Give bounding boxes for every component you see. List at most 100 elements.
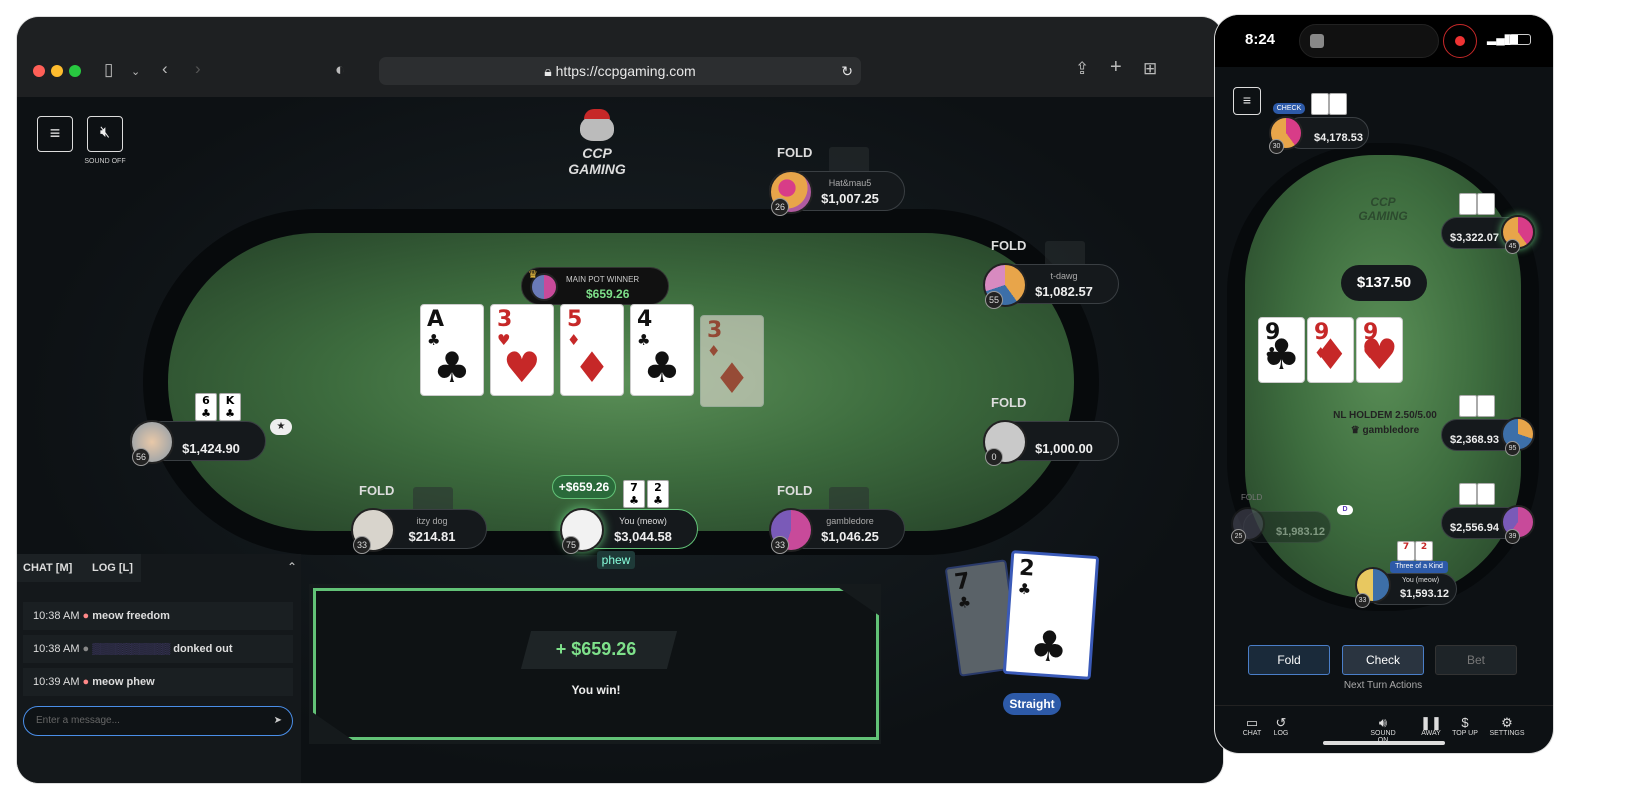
record-icon [1443,24,1477,58]
hole-card: K ♣ [219,393,241,421]
hole-card: 6 ♣ [195,393,217,421]
minimize-window-button[interactable] [51,65,63,77]
address-bar[interactable]: 🔒︎ https://ccpgaming.com ↻ [379,57,861,85]
card-back [1459,395,1477,417]
community-card: 9 ♣ ♣ [1258,317,1305,383]
back-icon[interactable]: ‹ [162,59,168,79]
clock: 8:24 [1245,31,1276,48]
sound-toggle-button[interactable]: 🔇︎ [87,116,123,152]
shield-icon: ◐ [335,60,346,79]
sidebar-icon[interactable]: ▯ [104,60,113,80]
level-badge: 0 [985,448,1003,466]
chat-input[interactable]: Enter a message... ➤ [23,706,293,736]
player-name: You (meow) [619,516,667,526]
new-tab-icon[interactable]: + [1110,57,1122,77]
pot-amount: $137.50 [1341,265,1427,301]
browser-toolbar: ▯ ⌄ ‹ › ◐ 🔒︎ https://ccpgaming.com ↻ ⇪ + … [17,17,1223,97]
main-pot-label: MAIN POT WINNER [566,275,640,284]
fold-label: FOLD [777,145,813,160]
check-button[interactable]: Check [1342,645,1424,675]
menu-button[interactable]: ≡ [37,116,73,152]
player-stack: $3,044.58 [614,529,672,544]
community-card: 3 ♦ ♦ [700,315,764,407]
card-back [1477,193,1495,215]
nav-settings[interactable]: ⚙ SETTINGS [1489,715,1525,737]
bet-button[interactable]: Bet [1435,645,1517,675]
gear-icon: ⚙ [1501,715,1513,730]
card-back [1477,395,1495,417]
card-back [1311,93,1329,115]
url-text: https://ccpgaming.com [555,63,696,79]
nav-away[interactable]: ❚❚ AWAY [1413,715,1449,737]
chat-message: 10:39 AM ● meow phew [23,668,293,696]
share-icon[interactable]: ⇪ [1075,59,1089,79]
main-pot-amount: $659.26 [586,287,630,301]
reload-icon[interactable]: ↻ [841,57,853,85]
chat-message: 10:38 AM ● ▒▒▒▒▒▒▒▒▒▒ donked out [23,635,293,663]
fold-label: FOLD [777,483,813,498]
collapse-icon[interactable]: ⌃ [287,560,297,574]
player-stack: $214.81 [408,529,456,544]
sound-label: SOUND OFF [84,158,126,165]
poker-game-area: ≡ 🔇︎ SOUND OFF CCP GAMING FOLD Hat&mau5 … [17,97,1223,783]
menu-button[interactable]: ≡ [1233,87,1261,115]
level-badge: 25 [1231,529,1246,544]
forward-icon[interactable]: › [195,59,201,79]
tab-log[interactable]: LOG [L] [92,562,133,574]
hole-card: 7 ♣ [623,480,645,508]
chevron-down-icon[interactable]: ⌄ [131,62,140,82]
table-host: ♛ gambledore [1350,425,1420,436]
hand-rank-label: Three of a Kind [1390,561,1448,573]
level-badge: 30 [1269,139,1284,154]
speaker-muted-icon: 🔇︎ [99,124,111,141]
maximize-window-button[interactable] [69,65,81,77]
ccp-logo: CCP GAMING [1358,195,1408,223]
chat-message: 10:38 AM ● meow freedom [23,602,293,630]
community-card: A ♣ ♣ [420,304,484,396]
send-icon[interactable]: ➤ [274,707,282,735]
community-card: 9 ♥ ♥ [1356,317,1403,383]
ccp-logo: CCP GAMING [557,109,637,177]
next-turn-label: Next Turn Actions [1343,680,1423,691]
fold-button[interactable]: Fold [1248,645,1330,675]
table-name: NL HOLDEM 2.50/5.00 [1333,410,1437,421]
dealer-button: ★ [270,419,292,435]
nav-log[interactable]: ↺ LOG [1263,715,1299,737]
speaker-icon: 🔊︎ [1378,715,1388,730]
close-window-button[interactable] [33,65,45,77]
level-badge: 55 [985,291,1003,309]
fold-label: FOLD [359,483,395,498]
chat-bubble: phew [597,551,635,569]
tab-chat[interactable]: CHAT [M] [23,562,72,574]
chat-panel: CHAT [M] LOG [L] ⌃ 10:38 AM ● meow freed… [17,554,301,783]
pause-icon: ❚❚ [1420,715,1442,730]
community-card: 9 ♦ ♦ [1307,317,1354,383]
dollar-icon: $ [1461,715,1469,730]
level-badge: 56 [132,448,150,466]
card-back [1459,483,1477,505]
phone-window: 8:24 ▂▄▆ ≡ CCP GAMING $137.50 9 ♣ ♣ 9 ♦ ♦ 9 ♥ ♥ … [1215,15,1553,753]
level-badge: 45 [1505,239,1520,254]
nav-topup[interactable]: $ TOP UP [1447,715,1483,737]
community-card: 3 ♥ ♥ [490,304,554,396]
win-banner: + $659.26 You win! [313,588,879,740]
hand-rank-label: Straight [1003,693,1061,715]
hamburger-icon: ≡ [49,123,61,143]
fold-label: FOLD [991,395,1027,410]
dealer-button: D [1337,505,1353,515]
player-stack: $1,000.00 [1035,441,1093,456]
status-bar: 8:24 ▂▄▆ [1215,15,1553,67]
fold-label: FOLD [991,238,1027,253]
dynamic-island [1299,24,1439,58]
win-text: You win! [571,683,621,697]
player-stack: $1,046.25 [821,529,879,544]
level-badge: 33 [1355,593,1370,608]
level-badge: 75 [562,536,580,554]
card-back [1329,93,1347,115]
tab-overview-icon[interactable]: ⊞ [1143,59,1157,79]
player-name: Hat&mau5 [828,178,872,188]
win-chip: +$659.26 [552,475,616,499]
card-back [1459,193,1477,215]
player-stack: $1,007.25 [821,191,879,206]
nav-sound[interactable]: 🔊︎SOUND ON [1365,715,1401,744]
